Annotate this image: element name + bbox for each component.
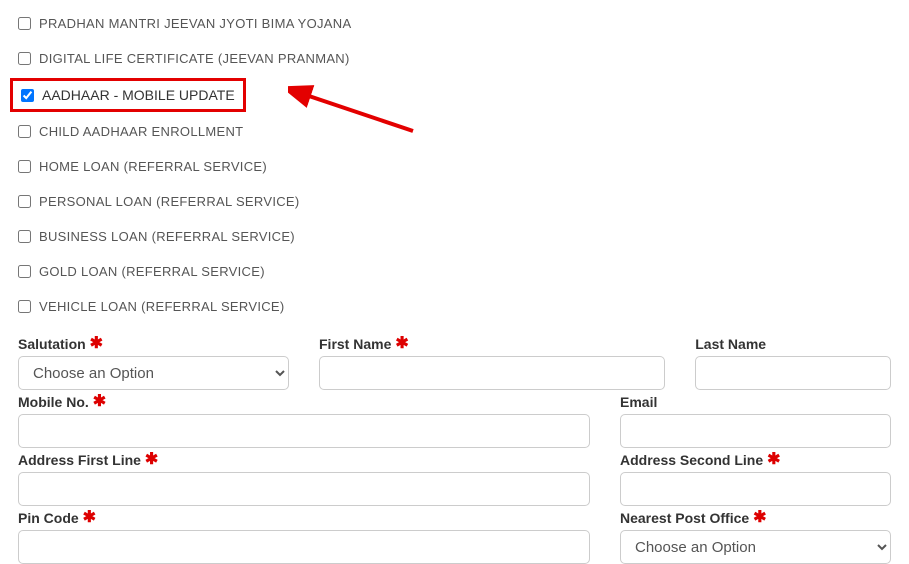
checkbox-label: BUSINESS LOAN (REFERRAL SERVICE) [39,229,295,244]
nearest-po-select[interactable]: Choose an Option [620,530,891,564]
pincode-label: Pin Code [18,510,79,526]
checkbox-label: AADHAAR - MOBILE UPDATE [42,87,235,103]
required-icon: ✱ [767,452,780,468]
required-icon: ✱ [90,336,103,352]
checkbox-row: PRADHAN MANTRI JEEVAN JYOTI BIMA YOJANA [18,6,891,41]
checkbox-row: PERSONAL LOAN (REFERRAL SERVICE) [18,184,891,219]
address2-label: Address Second Line [620,452,763,468]
checkbox-business-loan[interactable] [18,230,31,243]
last-name-input[interactable] [695,356,891,390]
checkbox-digital-life-cert[interactable] [18,52,31,65]
field-salutation: Salutation✱ Choose an Option [18,336,289,390]
field-address2: Address Second Line✱ [620,452,891,506]
checkbox-label: GOLD LOAN (REFERRAL SERVICE) [39,264,265,279]
checkbox-personal-loan[interactable] [18,195,31,208]
field-last-name: Last Name [695,336,891,390]
checkbox-label: DIGITAL LIFE CERTIFICATE (JEEVAN PRANMAN… [39,51,350,66]
checkbox-row: DIGITAL LIFE CERTIFICATE (JEEVAN PRANMAN… [18,41,891,76]
email-input[interactable] [620,414,891,448]
first-name-label: First Name [319,336,391,352]
checkbox-aadhaar-mobile-update[interactable] [21,89,34,102]
field-address1: Address First Line✱ [18,452,590,506]
salutation-label: Salutation [18,336,86,352]
checkbox-label: PRADHAN MANTRI JEEVAN JYOTI BIMA YOJANA [39,16,351,31]
checkbox-gold-loan[interactable] [18,265,31,278]
checkbox-pradhan-mantri[interactable] [18,17,31,30]
checkbox-child-aadhaar[interactable] [18,125,31,138]
applicant-form: Salutation✱ Choose an Option First Name✱… [18,336,891,564]
field-first-name: First Name✱ [319,336,665,390]
checkbox-row: GOLD LOAN (REFERRAL SERVICE) [18,254,891,289]
field-email: Email [620,394,891,448]
last-name-label: Last Name [695,336,766,352]
checkbox-row: CHILD AADHAAR ENROLLMENT [18,114,891,149]
address1-label: Address First Line [18,452,141,468]
first-name-input[interactable] [319,356,665,390]
field-mobile-no: Mobile No.✱ [18,394,590,448]
checkbox-label: PERSONAL LOAN (REFERRAL SERVICE) [39,194,300,209]
checkbox-label: HOME LOAN (REFERRAL SERVICE) [39,159,267,174]
nearest-po-label: Nearest Post Office [620,510,749,526]
email-label: Email [620,394,657,410]
checkbox-label: VEHICLE LOAN (REFERRAL SERVICE) [39,299,285,314]
required-icon: ✱ [93,394,106,410]
pincode-input[interactable] [18,530,590,564]
field-nearest-po: Nearest Post Office✱ Choose an Option [620,510,891,564]
address2-input[interactable] [620,472,891,506]
address1-input[interactable] [18,472,590,506]
salutation-select[interactable]: Choose an Option [18,356,289,390]
service-checkbox-list: PRADHAN MANTRI JEEVAN JYOTI BIMA YOJANA … [18,0,891,324]
checkbox-row: HOME LOAN (REFERRAL SERVICE) [18,149,891,184]
mobile-input[interactable] [18,414,590,448]
checkbox-vehicle-loan[interactable] [18,300,31,313]
required-icon: ✱ [145,452,158,468]
highlighted-checkbox-row: AADHAAR - MOBILE UPDATE [18,76,891,114]
required-icon: ✱ [83,510,96,526]
checkbox-label: CHILD AADHAAR ENROLLMENT [39,124,243,139]
mobile-label: Mobile No. [18,394,89,410]
required-icon: ✱ [753,510,766,526]
checkbox-home-loan[interactable] [18,160,31,173]
field-pincode: Pin Code✱ [18,510,590,564]
checkbox-row: VEHICLE LOAN (REFERRAL SERVICE) [18,289,891,324]
required-icon: ✱ [395,336,408,352]
checkbox-row: BUSINESS LOAN (REFERRAL SERVICE) [18,219,891,254]
